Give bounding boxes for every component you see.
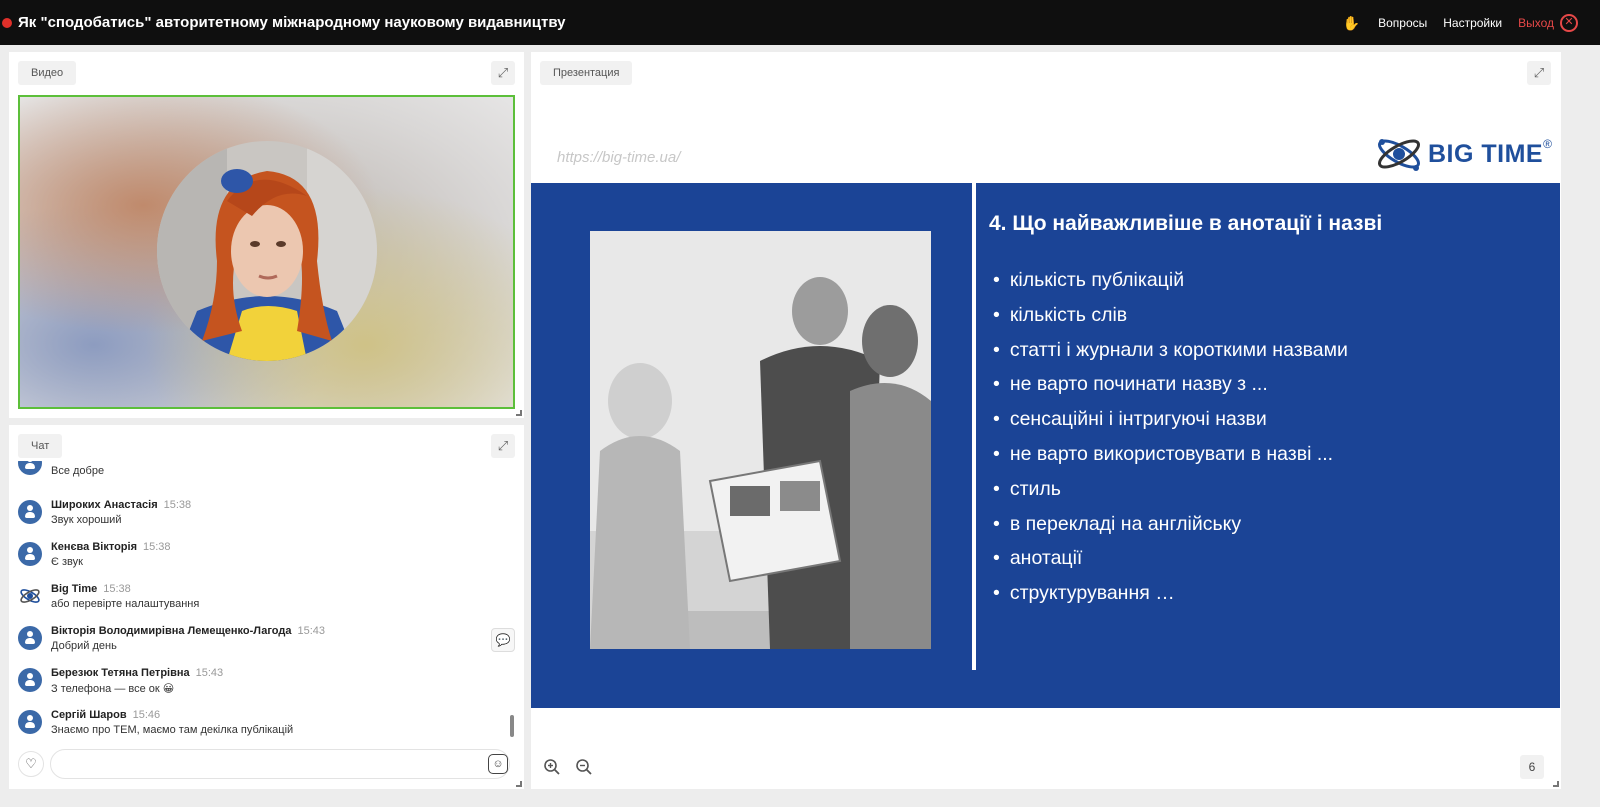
chat-resize-handle[interactable] bbox=[516, 781, 522, 787]
chat-message: Big Time 15:38 або перевірте налаштування bbox=[18, 580, 508, 618]
message-author: Кенєва Вікторія bbox=[51, 541, 138, 553]
chat-expand-button[interactable]: ⤢ bbox=[491, 434, 515, 458]
slide-bullet: не варто використовувати в назві ... bbox=[993, 439, 1348, 474]
user-avatar-icon bbox=[18, 542, 42, 566]
slide-bullet: структурування … bbox=[993, 578, 1348, 613]
brand-registered-mark: ® bbox=[1543, 137, 1552, 151]
message-author: Big Time bbox=[51, 583, 98, 595]
presentation-expand-button[interactable]: ⤢ bbox=[1527, 61, 1551, 85]
atom-logo-icon bbox=[1378, 139, 1420, 171]
chat-message: Все добре bbox=[18, 461, 508, 485]
user-avatar-icon bbox=[18, 500, 42, 524]
message-time: 15:43 bbox=[297, 625, 326, 637]
chat-message: Кенєва Вікторія 15:38 Є звук bbox=[18, 538, 508, 576]
video-resize-handle[interactable] bbox=[516, 410, 522, 416]
slide-page-number: 6 bbox=[1520, 755, 1544, 779]
slide-url: https://big-time.ua/ bbox=[557, 149, 681, 166]
chat-message: Вікторія Володимирівна Лемещенко-Лагода 1… bbox=[18, 622, 508, 660]
chat-panel-label: Чат bbox=[18, 434, 63, 458]
exit-label: Выход bbox=[1518, 15, 1554, 30]
message-text: Знаємо про ТЕМ, маємо там декілка публік… bbox=[51, 724, 294, 736]
slide-bullet: анотації bbox=[993, 543, 1348, 578]
slide-bullet: в перекладі на англійську bbox=[993, 509, 1348, 544]
message-text: Все добре bbox=[51, 465, 105, 477]
slide-bullet: статті і журнали з короткими назвами bbox=[993, 335, 1348, 370]
video-panel-label: Видео bbox=[18, 61, 77, 85]
message-text: або перевірте налаштування bbox=[51, 598, 200, 610]
brand-name: BIG TIME bbox=[1428, 139, 1544, 168]
chat-message-input[interactable] bbox=[50, 749, 510, 779]
video-expand-button[interactable]: ⤢ bbox=[491, 61, 515, 85]
brand-logo: BIG TIME ® bbox=[1374, 132, 1552, 176]
message-author: Березюк Тетяна Петрівна bbox=[51, 667, 190, 679]
presentation-panel: Презентация ⤢ https://big-time.ua/ BIG T… bbox=[531, 52, 1561, 789]
emoji-icon[interactable]: ☺ bbox=[488, 754, 508, 774]
chat-scrollbar[interactable] bbox=[510, 715, 514, 737]
raise-hand-icon[interactable]: ✋ bbox=[1343, 16, 1360, 30]
message-time: 15:38 bbox=[163, 499, 192, 511]
questions-link[interactable]: Вопросы bbox=[1378, 16, 1427, 30]
chat-message: Широких Анастасія 15:38 Звук хороший bbox=[18, 496, 508, 534]
top-bar: Як "сподобатись" авторитетному міжнародн… bbox=[0, 0, 1600, 45]
presentation-resize-handle[interactable] bbox=[1553, 781, 1559, 787]
webinar-title: Як "сподобатись" авторитетному міжнародн… bbox=[18, 14, 566, 31]
message-text: Є звук bbox=[51, 556, 83, 568]
user-avatar-icon bbox=[18, 461, 42, 475]
reply-bubble-icon[interactable]: 💬 bbox=[491, 628, 515, 652]
user-avatar-icon bbox=[18, 710, 42, 734]
zoom-out-icon[interactable] bbox=[572, 755, 596, 779]
big-time-logo-icon bbox=[18, 584, 42, 608]
message-text: Звук хороший bbox=[51, 514, 122, 526]
chat-message: Березюк Тетяна Петрівна 15:43 З телефона … bbox=[18, 664, 508, 702]
video-stream bbox=[18, 95, 515, 409]
slide-bullet: стиль bbox=[993, 474, 1348, 509]
message-time: 15:38 bbox=[143, 541, 171, 553]
message-author: Широких Анастасія bbox=[51, 499, 158, 511]
user-avatar-icon bbox=[18, 626, 42, 650]
message-text: З телефона — все ок 😀 bbox=[51, 683, 175, 695]
message-time: 15:46 bbox=[132, 709, 161, 721]
video-panel: Видео ⤢ bbox=[9, 52, 524, 418]
slide-bullet-list: кількість публікацій кількість слів стат… bbox=[993, 265, 1348, 613]
slide-divider bbox=[972, 183, 976, 670]
message-author: Вікторія Володимирівна Лемещенко-Лагода bbox=[51, 625, 292, 637]
settings-link[interactable]: Настройки bbox=[1443, 16, 1502, 30]
message-time: 15:38 bbox=[103, 583, 131, 595]
heart-icon[interactable]: ♡ bbox=[18, 751, 44, 777]
message-time: 15:43 bbox=[195, 667, 224, 679]
top-actions: ✋ Вопросы Настройки Выход ✕ bbox=[1343, 13, 1578, 32]
slide-bullet: не варто починати назву з ... bbox=[993, 369, 1348, 404]
meeting-photo-icon bbox=[590, 231, 931, 649]
slide-bullet: кількість публікацій bbox=[993, 265, 1348, 300]
slide-bullet: сенсаційні і інтригуючі назви bbox=[993, 404, 1348, 439]
chat-panel: Чат ⤢ Все добре Широких Анастасія 15:38 З… bbox=[9, 425, 524, 789]
exit-button[interactable]: Выход ✕ bbox=[1518, 13, 1578, 32]
presentation-panel-label: Презентация bbox=[540, 61, 633, 85]
speaker-photo-icon bbox=[157, 141, 377, 361]
slide-heading: 4. Що найважливіше в анотації і назві bbox=[989, 212, 1383, 235]
user-avatar-icon bbox=[18, 668, 42, 692]
speaker-avatar bbox=[157, 141, 377, 361]
chat-message: Сергій Шаров 15:46 Знаємо про ТЕМ, маємо … bbox=[18, 706, 508, 737]
message-text: Добрий день bbox=[51, 640, 117, 652]
zoom-in-icon[interactable] bbox=[540, 755, 564, 779]
slide-bullet: кількість слів bbox=[993, 300, 1348, 335]
close-circle-icon: ✕ bbox=[1560, 13, 1578, 32]
chat-message-list: Все добре Широких Анастасія 15:38 Звук хо… bbox=[9, 461, 518, 737]
presentation-slide: 4. Що найважливіше в анотації і назві кі… bbox=[531, 183, 1560, 708]
message-author: Сергій Шаров bbox=[51, 709, 127, 721]
recording-indicator-icon bbox=[2, 17, 12, 28]
slide-photo bbox=[590, 231, 931, 649]
